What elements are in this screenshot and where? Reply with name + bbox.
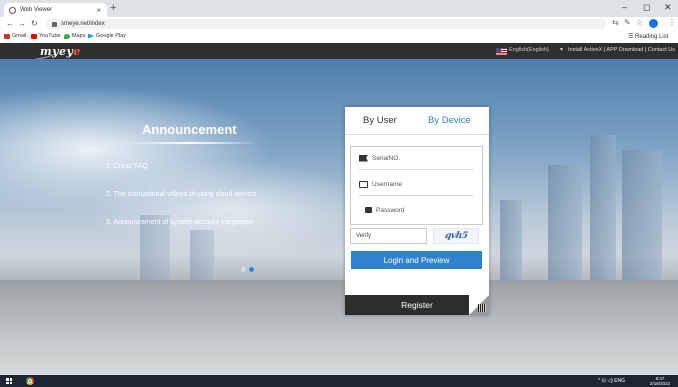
lock-icon: [52, 21, 57, 27]
gmail-icon: [4, 33, 10, 39]
tab-close-icon[interactable]: ×: [96, 6, 101, 15]
browser-tab-title: Web Viewer: [20, 7, 53, 13]
skyline-decoration: [500, 200, 522, 285]
logo-accent: e: [73, 45, 81, 58]
forward-arrow-icon[interactable]: →: [18, 19, 26, 28]
carousel-dot[interactable]: [241, 267, 246, 272]
clock-date: 2/18/2022: [650, 381, 671, 386]
globe-icon: [9, 6, 16, 14]
maps-pin-icon: [64, 33, 70, 39]
announcement-divider: [120, 142, 260, 144]
youtube-icon: [31, 33, 37, 39]
password-field[interactable]: Password: [359, 199, 474, 221]
extensions-icon[interactable]: ✎: [624, 18, 631, 27]
announcement-item[interactable]: 2. The instructional videos of using clo…: [106, 191, 256, 198]
header-links[interactable]: Install ActiveX | APP Download | Contact…: [568, 47, 675, 53]
chevron-down-icon[interactable]: ▾: [560, 46, 563, 53]
lock-icon: [365, 207, 372, 213]
maximize-button[interactable]: ◻: [643, 2, 650, 13]
menu-dots-icon[interactable]: ⋮: [668, 18, 676, 27]
share-icon[interactable]: ⇆: [612, 18, 619, 27]
password-placeholder: Password: [376, 206, 405, 214]
windows-start-icon[interactable]: [6, 378, 12, 384]
skyline-decoration: [548, 165, 582, 285]
ground-decoration: [0, 280, 678, 375]
credential-fields: SerialNO. Username Password: [350, 146, 483, 225]
system-tray[interactable]: ^ ⊡ ◁) ENG: [598, 378, 625, 384]
username-field[interactable]: Username: [359, 173, 474, 196]
new-tab-button[interactable]: +: [110, 2, 116, 14]
minimize-button[interactable]: –: [622, 2, 627, 12]
browser-toolbar: ← → ↻ smeye.net/index ⇆ ✎ ☆ ⋮: [0, 17, 678, 31]
browser-tab[interactable]: Web Viewer ×: [4, 3, 107, 17]
captcha-image[interactable]: qvh5: [433, 228, 479, 244]
verify-code-input[interactable]: Verify: [350, 228, 427, 244]
captcha-text: qvh5: [443, 231, 469, 241]
login-and-preview-button[interactable]: Login and Preview: [351, 251, 482, 269]
announcement-title: Announcement: [142, 122, 237, 137]
us-flag-icon: [496, 48, 507, 55]
reload-icon[interactable]: ↻: [31, 19, 38, 28]
user-icon: [359, 180, 368, 188]
back-arrow-icon[interactable]: ←: [6, 19, 14, 28]
register-button[interactable]: Register: [345, 295, 489, 315]
carousel-dot-active[interactable]: [249, 267, 254, 272]
language-selector[interactable]: English(English): [509, 47, 549, 53]
site-header: myeye English(English) ▾ Install ActiveX…: [0, 43, 678, 61]
profile-avatar-icon[interactable]: [649, 19, 658, 28]
login-panel: By User By Device SerialNO. Username Pas…: [345, 107, 489, 315]
announcement-item[interactable]: 3. Announcement of system account integr…: [106, 219, 253, 226]
star-icon[interactable]: ☆: [636, 18, 643, 27]
google-play-icon: [88, 33, 94, 39]
id-card-icon: [359, 154, 368, 162]
chrome-icon[interactable]: [26, 377, 34, 385]
windows-taskbar: ^ ⊡ ◁) ENG 8:47 2/18/2022: [0, 375, 678, 387]
bookmark-maps[interactable]: Maps: [64, 33, 85, 39]
address-bar[interactable]: smeye.net/index: [46, 19, 606, 29]
skyline-decoration: [190, 230, 214, 285]
bookmark-gmail[interactable]: Gmail: [4, 33, 26, 39]
serial-number-field[interactable]: SerialNO.: [359, 147, 474, 170]
bookmark-youtube[interactable]: YouTube: [31, 33, 61, 39]
qr-code-icon[interactable]: [469, 295, 489, 315]
announcement-item[interactable]: 1. Cloud FAQ: [106, 163, 148, 170]
skyline-decoration: [590, 135, 616, 285]
close-window-button[interactable]: ✕: [664, 2, 672, 13]
site-logo[interactable]: myeye: [33, 45, 81, 61]
reading-list-button[interactable]: ☰ Reading List: [628, 33, 668, 40]
reading-list-label: Reading List: [635, 34, 669, 40]
serial-placeholder: SerialNO.: [372, 154, 401, 162]
bookmark-label: Gmail: [12, 33, 27, 39]
tab-by-device[interactable]: By Device: [428, 115, 471, 126]
taskbar-clock[interactable]: 8:47 2/18/2022: [650, 376, 670, 386]
bookmark-label: YouTube: [39, 33, 61, 39]
bookmark-label: Maps: [72, 33, 86, 39]
tab-by-user[interactable]: By User: [363, 115, 397, 126]
tab-divider: [345, 134, 489, 135]
username-placeholder: Username: [372, 180, 402, 188]
hero-banner: Announcement 1. Cloud FAQ 2. The instruc…: [0, 59, 678, 375]
browser-tab-strip: Web Viewer × + – ◻ ✕: [0, 0, 678, 17]
address-url: smeye.net/index: [61, 21, 105, 27]
bookmark-label: Google Play: [96, 33, 126, 39]
bookmark-google-play[interactable]: Google Play: [88, 33, 126, 39]
skyline-decoration: [622, 150, 662, 285]
